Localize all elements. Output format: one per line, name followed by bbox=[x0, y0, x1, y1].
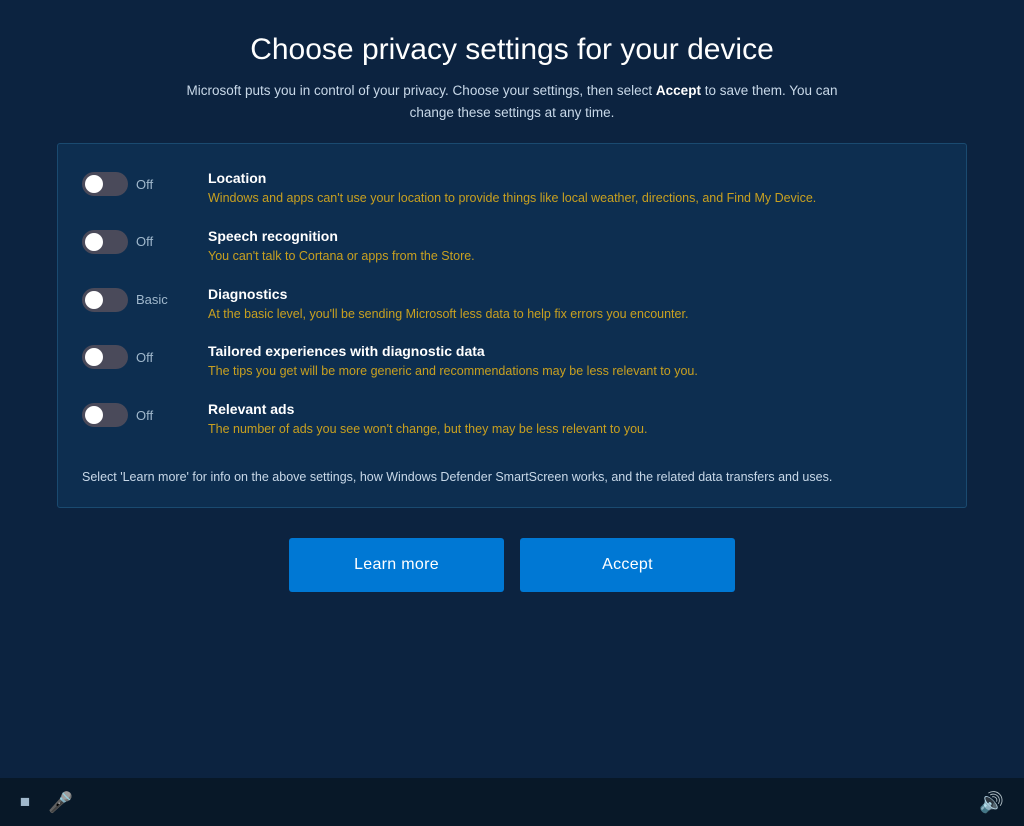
setting-row-location: Off Location Windows and apps can't use … bbox=[82, 160, 942, 218]
toggle-tailored[interactable] bbox=[82, 345, 128, 369]
settings-panel: Off Location Windows and apps can't use … bbox=[57, 143, 967, 508]
setting-desc-tailored: The tips you get will be more generic an… bbox=[208, 362, 942, 381]
subtitle: Microsoft puts you in control of your pr… bbox=[172, 80, 852, 123]
subtitle-text1: Microsoft puts you in control of your pr… bbox=[186, 83, 655, 98]
page-title: Choose privacy settings for your device bbox=[60, 32, 964, 68]
setting-desc-location: Windows and apps can't use your location… bbox=[208, 189, 942, 208]
learn-more-button[interactable]: Learn more bbox=[289, 538, 504, 592]
toggle-label-speech: Off bbox=[136, 234, 153, 249]
setting-row-diagnostics: Basic Diagnostics At the basic level, yo… bbox=[82, 276, 942, 334]
microphone-icon[interactable]: 🎤 bbox=[48, 790, 73, 815]
toggle-label-tailored: Off bbox=[136, 350, 153, 365]
setting-content-diagnostics: Diagnostics At the basic level, you'll b… bbox=[208, 286, 942, 324]
setting-row-speech: Off Speech recognition You can't talk to… bbox=[82, 218, 942, 276]
toggle-speech[interactable] bbox=[82, 230, 128, 254]
setting-content-location: Location Windows and apps can't use your… bbox=[208, 170, 942, 208]
setting-row-ads: Off Relevant ads The number of ads you s… bbox=[82, 391, 942, 449]
setting-title-speech: Speech recognition bbox=[208, 228, 942, 244]
toggle-location[interactable] bbox=[82, 172, 128, 196]
info-text: Select 'Learn more' for info on the abov… bbox=[82, 463, 942, 487]
toggle-container-tailored: Off bbox=[82, 343, 192, 369]
toggle-container-ads: Off bbox=[82, 401, 192, 427]
restart-icon[interactable]: ⏹ bbox=[20, 791, 30, 814]
setting-content-ads: Relevant ads The number of ads you see w… bbox=[208, 401, 942, 439]
toggle-label-diagnostics: Basic bbox=[136, 292, 168, 307]
button-row: Learn more Accept bbox=[0, 538, 1024, 592]
toggle-container-location: Off bbox=[82, 170, 192, 196]
accept-emphasis: Accept bbox=[656, 83, 701, 98]
taskbar-right: 🔊 bbox=[979, 790, 1004, 815]
setting-content-tailored: Tailored experiences with diagnostic dat… bbox=[208, 343, 942, 381]
setting-title-ads: Relevant ads bbox=[208, 401, 942, 417]
toggle-ads[interactable] bbox=[82, 403, 128, 427]
setting-content-speech: Speech recognition You can't talk to Cor… bbox=[208, 228, 942, 266]
toggle-diagnostics[interactable] bbox=[82, 288, 128, 312]
setting-row-tailored: Off Tailored experiences with diagnostic… bbox=[82, 333, 942, 391]
setting-title-diagnostics: Diagnostics bbox=[208, 286, 942, 302]
setting-desc-diagnostics: At the basic level, you'll be sending Mi… bbox=[208, 305, 942, 324]
setting-title-tailored: Tailored experiences with diagnostic dat… bbox=[208, 343, 942, 359]
toggle-container-diagnostics: Basic bbox=[82, 286, 192, 312]
setting-desc-ads: The number of ads you see won't change, … bbox=[208, 420, 942, 439]
taskbar: ⏹ 🎤 🔊 bbox=[0, 778, 1024, 826]
volume-icon[interactable]: 🔊 bbox=[979, 792, 1004, 814]
setting-desc-speech: You can't talk to Cortana or apps from t… bbox=[208, 247, 942, 266]
toggle-label-ads: Off bbox=[136, 408, 153, 423]
taskbar-left: ⏹ 🎤 bbox=[20, 790, 73, 815]
setting-title-location: Location bbox=[208, 170, 942, 186]
header-section: Choose privacy settings for your device … bbox=[0, 0, 1024, 143]
accept-button[interactable]: Accept bbox=[520, 538, 735, 592]
toggle-container-speech: Off bbox=[82, 228, 192, 254]
toggle-label-location: Off bbox=[136, 177, 153, 192]
